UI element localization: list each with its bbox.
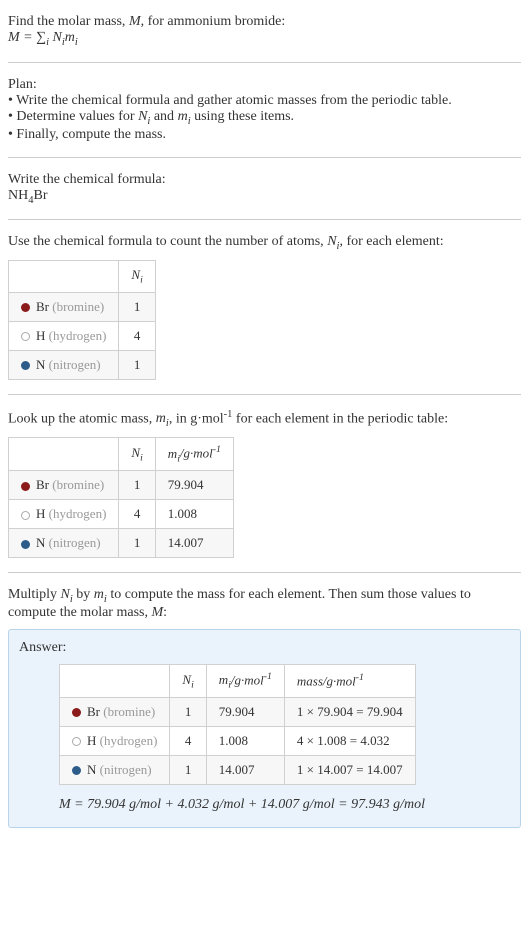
atom-count-table: Ni Br (bromine) 1 H (hydrogen) 4 N (nitr…	[8, 260, 156, 380]
element-dot-icon	[21, 332, 30, 341]
plan-section: Plan: • Write the chemical formula and g…	[8, 71, 521, 149]
mi-cell: 1.008	[155, 500, 233, 529]
plan-bullet-1: • Write the chemical formula and gather …	[8, 93, 521, 109]
chemical-formula: NH4Br	[8, 188, 521, 206]
step1-title: Write the chemical formula:	[8, 172, 521, 188]
ni-cell: 1	[119, 529, 155, 558]
element-dot-icon	[21, 303, 30, 312]
answer-table: Ni mi/g·mol-1 mass/g·mol-1 Br (bromine) …	[59, 664, 416, 785]
intro-line: Find the molar mass, M, for ammonium bro…	[8, 14, 521, 30]
mass-cell: 4 × 1.008 = 4.032	[284, 726, 415, 755]
header-ni: Ni	[170, 664, 206, 697]
element-dot-icon	[21, 511, 30, 520]
element-cell: Br (bromine)	[9, 471, 119, 500]
ni-cell: 4	[119, 500, 155, 529]
element-dot-icon	[72, 766, 81, 775]
step3-title: Look up the atomic mass, mi, in g·mol-1 …	[8, 409, 521, 429]
intro-section: Find the molar mass, M, for ammonium bro…	[8, 8, 521, 54]
table-row: N (nitrogen) 1 14.007	[9, 529, 234, 558]
atomic-mass-table: Ni mi/g·mol-1 Br (bromine) 1 79.904 H (h…	[8, 437, 234, 558]
table-row: N (nitrogen) 1 14.007 1 × 14.007 = 14.00…	[60, 755, 416, 784]
ni-cell: 1	[119, 292, 155, 321]
header-blank	[60, 664, 170, 697]
element-cell: Br (bromine)	[9, 292, 119, 321]
step4-section: Multiply Ni by mi to compute the mass fo…	[8, 581, 521, 834]
element-cell: N (nitrogen)	[60, 755, 170, 784]
plan-title: Plan:	[8, 77, 521, 93]
ni-cell: 4	[170, 726, 206, 755]
element-dot-icon	[21, 482, 30, 491]
divider	[8, 572, 521, 573]
table-row: H (hydrogen) 4 1.008 4 × 1.008 = 4.032	[60, 726, 416, 755]
mi-cell: 79.904	[206, 697, 284, 726]
element-dot-icon	[21, 540, 30, 549]
table-row: Br (bromine) 1	[9, 292, 156, 321]
step2-title: Use the chemical formula to count the nu…	[8, 234, 521, 252]
table-row: Br (bromine) 1 79.904	[9, 471, 234, 500]
table-row: H (hydrogen) 4	[9, 321, 156, 350]
element-dot-icon	[72, 708, 81, 717]
table-header-row: Ni	[9, 261, 156, 293]
mass-cell: 1 × 79.904 = 79.904	[284, 697, 415, 726]
table-row: Br (bromine) 1 79.904 1 × 79.904 = 79.90…	[60, 697, 416, 726]
divider	[8, 62, 521, 63]
divider	[8, 394, 521, 395]
header-blank	[9, 261, 119, 293]
step1-section: Write the chemical formula: NH4Br	[8, 166, 521, 212]
mi-cell: 1.008	[206, 726, 284, 755]
element-dot-icon	[21, 361, 30, 370]
final-mass: M = 79.904 g/mol + 4.032 g/mol + 14.007 …	[59, 797, 510, 813]
ni-cell: 1	[119, 350, 155, 379]
plan-bullet-2: • Determine values for Ni and mi using t…	[8, 109, 521, 127]
element-cell: H (hydrogen)	[60, 726, 170, 755]
element-cell: H (hydrogen)	[9, 321, 119, 350]
molar-mass-formula: M = ∑i Nimi	[8, 30, 521, 48]
mi-cell: 14.007	[155, 529, 233, 558]
divider	[8, 157, 521, 158]
element-cell: Br (bromine)	[60, 697, 170, 726]
answer-label: Answer:	[19, 640, 510, 656]
element-cell: N (nitrogen)	[9, 350, 119, 379]
answer-box: Answer: Ni mi/g·mol-1 mass/g·mol-1 Br (b…	[8, 629, 521, 828]
element-cell: H (hydrogen)	[9, 500, 119, 529]
step2-section: Use the chemical formula to count the nu…	[8, 228, 521, 385]
header-mass: mass/g·mol-1	[284, 664, 415, 697]
table-row: H (hydrogen) 4 1.008	[9, 500, 234, 529]
ni-cell: 1	[170, 697, 206, 726]
step4-title: Multiply Ni by mi to compute the mass fo…	[8, 587, 521, 621]
table-header-row: Ni mi/g·mol-1 mass/g·mol-1	[60, 664, 416, 697]
header-mi: mi/g·mol-1	[155, 438, 233, 471]
ni-cell: 1	[170, 755, 206, 784]
table-row: N (nitrogen) 1	[9, 350, 156, 379]
ni-cell: 4	[119, 321, 155, 350]
table-header-row: Ni mi/g·mol-1	[9, 438, 234, 471]
header-ni: Ni	[119, 261, 155, 293]
element-cell: N (nitrogen)	[9, 529, 119, 558]
header-mi: mi/g·mol-1	[206, 664, 284, 697]
mi-cell: 14.007	[206, 755, 284, 784]
mass-cell: 1 × 14.007 = 14.007	[284, 755, 415, 784]
header-ni: Ni	[119, 438, 155, 471]
header-blank	[9, 438, 119, 471]
step3-section: Look up the atomic mass, mi, in g·mol-1 …	[8, 403, 521, 564]
element-dot-icon	[72, 737, 81, 746]
plan-bullet-3: • Finally, compute the mass.	[8, 127, 521, 143]
divider	[8, 219, 521, 220]
ni-cell: 1	[119, 471, 155, 500]
mi-cell: 79.904	[155, 471, 233, 500]
